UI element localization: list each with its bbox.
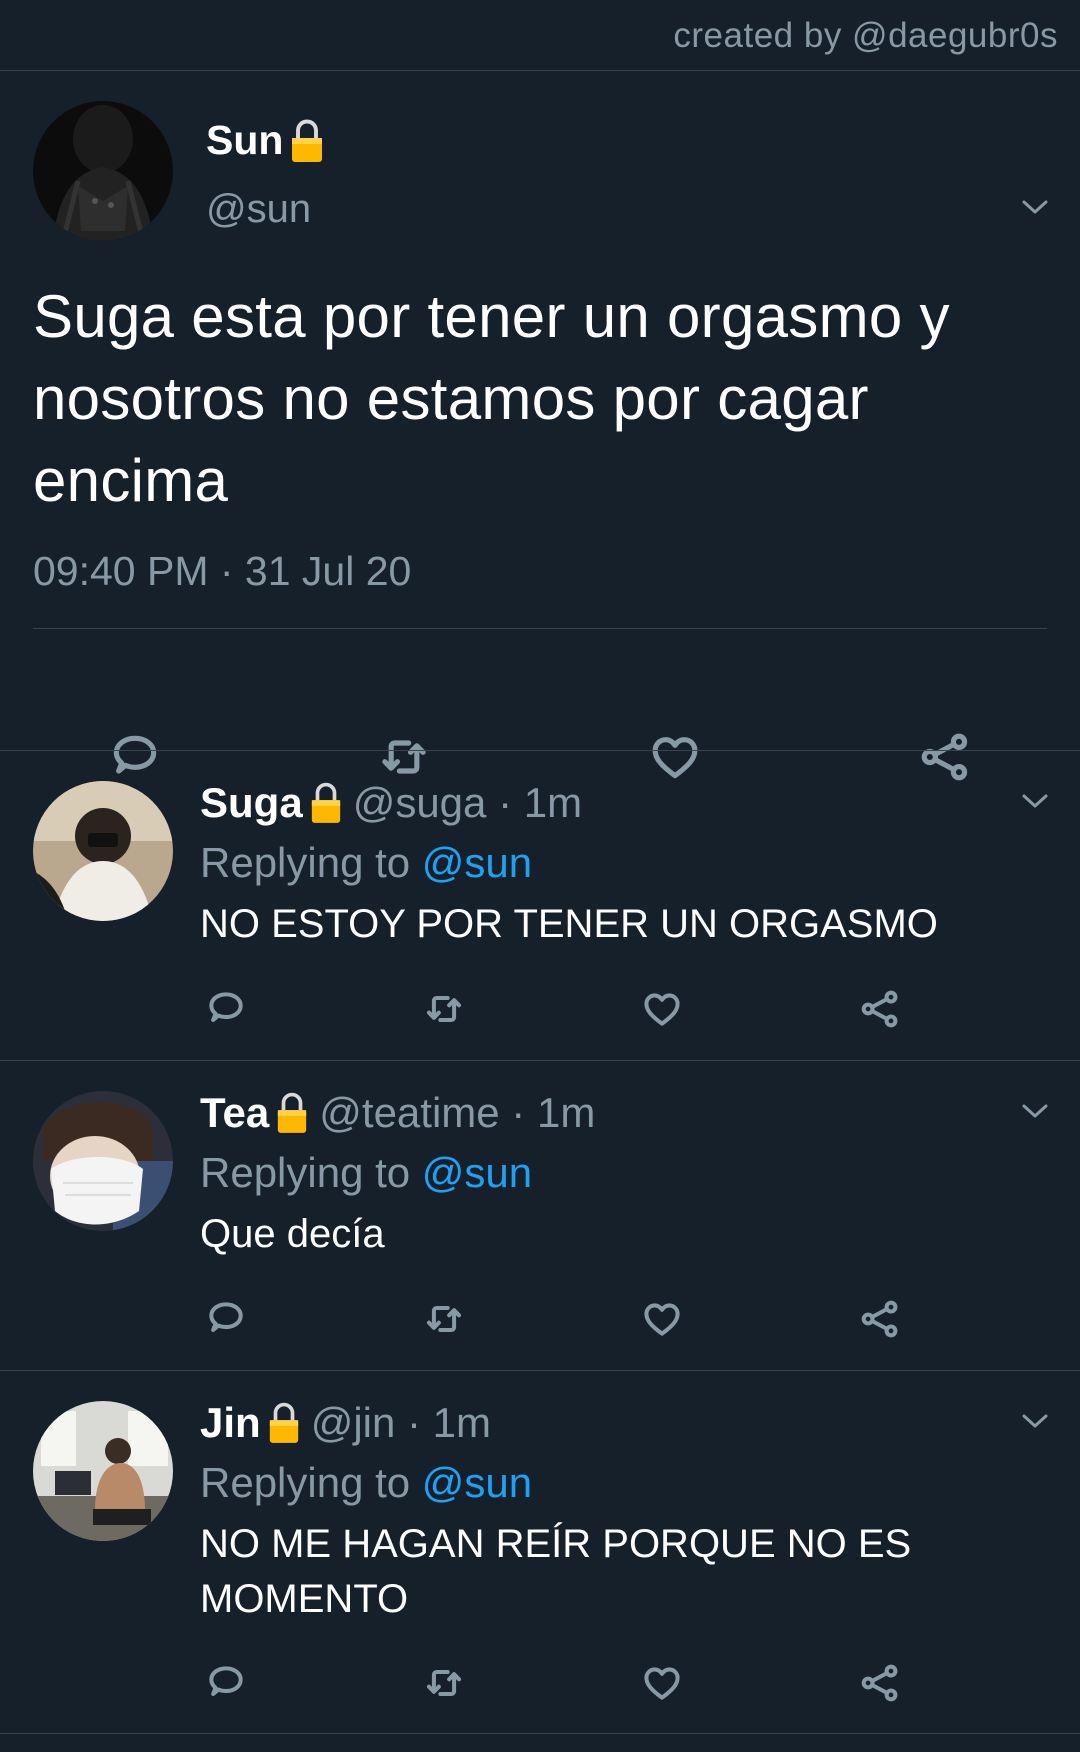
reply-icon[interactable]: [204, 1661, 248, 1705]
reply-text: NO ME HAGAN REÍR PORQUE NO ES MOMENTO: [200, 1522, 912, 1621]
reply-tweet[interactable]: Jin @jin · 1m Replying to @sun NO ME HAG…: [0, 1370, 1080, 1734]
mention-link[interactable]: @sun: [422, 1149, 532, 1196]
chevron-down-icon[interactable]: [1020, 1411, 1050, 1431]
reply-header: Suga @suga · 1m: [200, 779, 582, 827]
replying-to: Replying to @sun: [200, 1459, 533, 1506]
action-bar: [0, 987, 1080, 1037]
like-icon[interactable]: [640, 1297, 684, 1341]
mention-link[interactable]: @sun: [422, 1459, 532, 1506]
handle-time[interactable]: @jin · 1m: [311, 1399, 491, 1447]
chevron-down-icon[interactable]: [1020, 791, 1050, 811]
action-bar: [0, 661, 1080, 741]
like-icon[interactable]: [640, 1661, 684, 1705]
retweet-icon[interactable]: [422, 1661, 466, 1705]
display-name[interactable]: Suga: [200, 779, 303, 827]
display-name[interactable]: Tea: [200, 1089, 269, 1137]
handle-time[interactable]: @suga · 1m: [353, 779, 582, 827]
reply-tweet[interactable]: Suga @suga · 1m Replying to @sun NO ESTO…: [0, 750, 1080, 1059]
mention-link[interactable]: @sun: [422, 839, 532, 886]
share-icon[interactable]: [858, 1661, 902, 1705]
reply-icon[interactable]: [204, 987, 248, 1031]
reply-text: NO ESTOY POR TENER UN ORGASMO: [200, 902, 938, 946]
share-icon[interactable]: [858, 1297, 902, 1341]
replying-to: Replying to @sun: [200, 1149, 533, 1196]
main-tweet[interactable]: Sun @sun Suga esta por tener un orgasmo …: [0, 71, 1080, 671]
share-icon[interactable]: [858, 987, 902, 1031]
user-handle[interactable]: @sun: [206, 187, 311, 232]
lock-icon: [289, 118, 325, 164]
divider: [33, 628, 1047, 629]
reply-header: Tea @teatime · 1m: [200, 1089, 595, 1137]
avatar[interactable]: [33, 1401, 173, 1541]
lock-icon: [267, 1401, 301, 1445]
reply-tweet[interactable]: Tea @teatime · 1m Replying to @sun Que d…: [0, 1060, 1080, 1369]
avatar[interactable]: [33, 781, 173, 921]
avatar[interactable]: [33, 1091, 173, 1231]
lock-icon: [275, 1091, 309, 1135]
top-bar: created by @daegubr0s: [0, 0, 1080, 71]
display-name[interactable]: Sun: [206, 117, 325, 164]
avatar[interactable]: [33, 101, 173, 241]
credit-text: created by @daegubr0s: [673, 16, 1058, 55]
action-bar: [0, 1661, 1080, 1711]
reply-header: Jin @jin · 1m: [200, 1399, 491, 1447]
display-name[interactable]: Jin: [200, 1399, 261, 1447]
replying-to: Replying to @sun: [200, 839, 533, 886]
reply-icon[interactable]: [204, 1297, 248, 1341]
reply-text: Que decía: [200, 1212, 385, 1256]
retweet-icon[interactable]: [422, 987, 466, 1031]
retweet-icon[interactable]: [422, 1297, 466, 1341]
like-icon[interactable]: [640, 987, 684, 1031]
chevron-down-icon[interactable]: [1020, 197, 1050, 217]
tweet-text: Suga esta por tener un orgasmo y nosotro…: [33, 283, 950, 514]
tweet-timestamp[interactable]: 09:40 PM · 31 Jul 20: [33, 548, 411, 595]
handle-time[interactable]: @teatime · 1m: [319, 1089, 595, 1137]
lock-icon: [309, 781, 343, 825]
chevron-down-icon[interactable]: [1020, 1101, 1050, 1121]
action-bar: [0, 1297, 1080, 1347]
